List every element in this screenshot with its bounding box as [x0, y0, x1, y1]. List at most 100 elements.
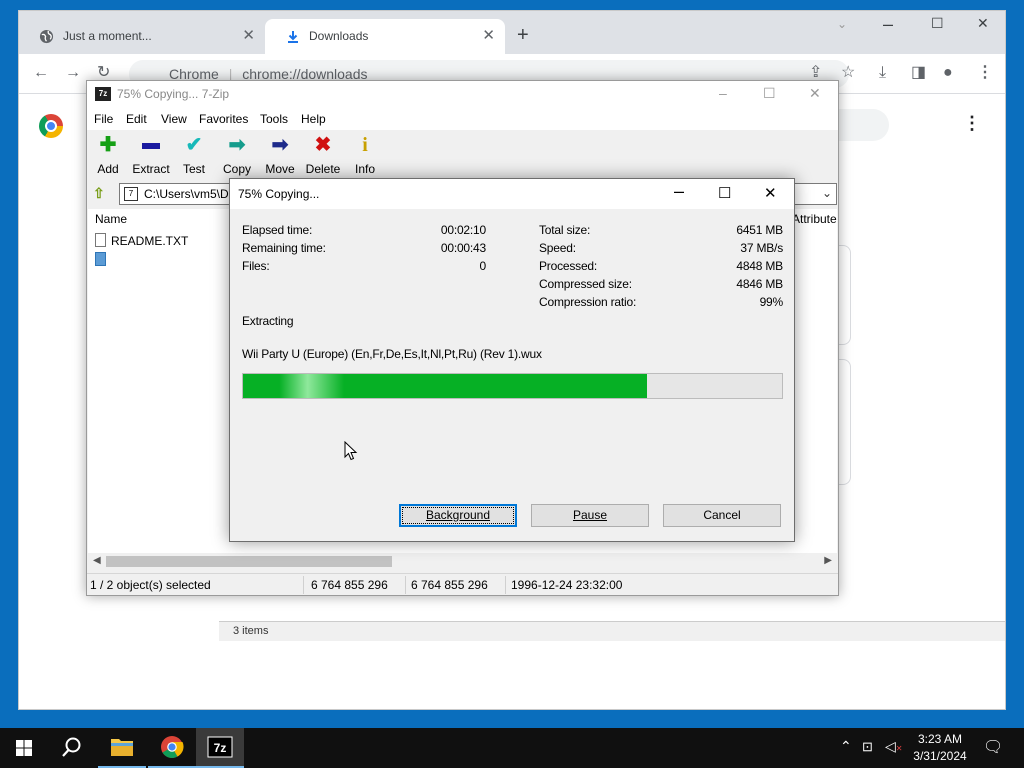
files-value: 0: [479, 259, 487, 273]
move-button[interactable]: ➡ Move: [260, 134, 300, 176]
copy-button[interactable]: ➡ Copy: [217, 134, 257, 176]
speed-value: 37 MB/s: [740, 241, 783, 255]
tab-search-chevron-icon[interactable]: ⌄: [837, 17, 847, 31]
bookmark-star-icon[interactable]: ☆: [841, 64, 855, 82]
progress-fill: [243, 374, 648, 398]
scroll-left-icon[interactable]: ◀: [93, 555, 101, 566]
clock-date: 3/31/2024: [913, 749, 967, 763]
minimize-icon[interactable]: –: [719, 85, 727, 101]
download-icon: [285, 29, 300, 44]
total-size-value: 6451 MB: [736, 223, 783, 237]
status-bar: 1 / 2 object(s) selected 6 764 855 296 6…: [87, 573, 838, 595]
close-window-icon[interactable]: ✕: [977, 15, 989, 32]
elapsed-value: 00:02:10: [440, 223, 486, 237]
info-icon: i: [362, 134, 368, 156]
up-folder-icon[interactable]: ⇧: [93, 185, 105, 202]
compressed-size-label: Compressed size:: [539, 277, 632, 291]
tab-close-icon[interactable]: ✕: [242, 19, 255, 53]
folder-icon: [111, 739, 133, 756]
progress-dialog: 75% Copying... – ☐ ✕ Elapsed time: 00:02…: [229, 178, 795, 542]
mouse-cursor-icon: [344, 441, 358, 461]
clock[interactable]: 3:23 AM 3/31/2024: [900, 731, 980, 765]
download-card: [839, 359, 851, 485]
column-name-header[interactable]: Name: [95, 212, 127, 226]
forward-icon[interactable]: →: [65, 64, 81, 82]
dialog-titlebar: 75% Copying... – ☐ ✕: [230, 179, 794, 209]
chrome-taskbar[interactable]: [148, 728, 196, 768]
maximize-icon[interactable]: ☐: [718, 184, 731, 202]
items-count: 3 items: [233, 625, 269, 637]
background-button[interactable]: Background: [399, 504, 517, 527]
operation-label: Extracting: [242, 314, 294, 328]
add-button[interactable]: ✚ Add: [88, 134, 128, 176]
menu-favorites[interactable]: Favorites: [199, 112, 248, 126]
compressed-size-value: 4846 MB: [736, 277, 783, 291]
search-button[interactable]: [48, 728, 96, 768]
tab-close-icon[interactable]: ✕: [482, 19, 495, 53]
status-modified: 1996-12-24 23:32:00: [511, 578, 623, 592]
downloads-icon[interactable]: ⤓: [879, 64, 886, 82]
close-icon[interactable]: ✕: [764, 184, 777, 202]
side-panel-icon[interactable]: ◨: [911, 64, 926, 82]
7zip-icon: 7z: [207, 736, 233, 758]
menu-tools[interactable]: Tools: [260, 112, 288, 126]
test-button[interactable]: ✔ Test: [174, 134, 214, 176]
new-tab-button[interactable]: +: [517, 24, 529, 46]
show-hidden-icons-icon[interactable]: ⌃: [840, 738, 852, 768]
remaining-label: Remaining time:: [242, 241, 326, 255]
close-icon[interactable]: ✕: [809, 85, 821, 102]
7zip-taskbar[interactable]: 7z: [196, 728, 244, 768]
minus-icon: [131, 134, 171, 156]
progress-bar: [242, 373, 783, 399]
cancel-button[interactable]: Cancel: [663, 504, 781, 527]
remaining-value: 00:00:43: [440, 241, 486, 255]
menu-file[interactable]: File: [94, 112, 113, 126]
extract-button[interactable]: Extract: [131, 134, 171, 176]
text-file-icon: [95, 233, 106, 247]
move-arrow-icon: ➡: [271, 134, 289, 156]
minimize-icon[interactable]: –: [674, 181, 684, 202]
menu-edit[interactable]: Edit: [126, 112, 147, 126]
back-icon[interactable]: ←: [33, 64, 49, 82]
menu-help[interactable]: Help: [301, 112, 326, 126]
network-icon[interactable]: ⊡: [862, 739, 873, 768]
list-item[interactable]: README.TXT: [95, 233, 188, 251]
delete-x-icon: ✖: [314, 134, 332, 156]
clock-time: 3:23 AM: [917, 732, 963, 746]
download-card: [839, 245, 851, 345]
list-item[interactable]: [95, 252, 111, 270]
7zip-titlebar: 7z 75% Copying... 7-Zip – ☐ ✕: [87, 81, 838, 108]
info-button[interactable]: i Info: [345, 134, 385, 176]
chrome-icon: [161, 736, 184, 758]
horizontal-scrollbar[interactable]: ◀ ▶: [88, 553, 837, 570]
compression-ratio-label: Compression ratio:: [539, 295, 637, 309]
svg-text:7z: 7z: [214, 741, 227, 755]
chrome-tabstrip: Just a moment... ✕ Downloads ✕ + ⌄ – ☐ ✕: [19, 11, 1005, 54]
processed-label: Processed:: [539, 259, 598, 273]
menu-view[interactable]: View: [161, 112, 187, 126]
search-icon: [62, 737, 81, 757]
tab-just-a-moment[interactable]: Just a moment... ✕: [19, 19, 265, 54]
chevron-down-icon[interactable]: ⌄: [822, 186, 832, 200]
scroll-right-icon[interactable]: ▶: [824, 555, 832, 566]
minimize-icon[interactable]: –: [883, 14, 893, 35]
column-attributes-header[interactable]: Attribute: [792, 212, 837, 226]
pause-button[interactable]: Pause: [531, 504, 649, 527]
maximize-icon[interactable]: ☐: [931, 15, 944, 32]
scroll-thumb[interactable]: [106, 556, 392, 567]
check-icon: ✔: [185, 134, 203, 156]
maximize-icon[interactable]: ☐: [763, 85, 776, 102]
tab-downloads[interactable]: Downloads ✕: [265, 19, 505, 54]
chrome-logo-icon: [39, 114, 63, 138]
downloads-menu-icon[interactable]: ⋮: [963, 113, 981, 134]
status-selection: 1 / 2 object(s) selected: [90, 578, 211, 592]
start-button[interactable]: [0, 728, 48, 768]
tab-label: Just a moment...: [63, 29, 152, 43]
7zip-app-icon: 7z: [95, 87, 111, 101]
current-filename: Wii Party U (Europe) (En,Fr,De,Es,It,Nl,…: [242, 347, 542, 361]
delete-button[interactable]: ✖ Delete: [303, 134, 343, 176]
menu-kebab-icon[interactable]: ⋮: [977, 64, 993, 82]
notifications-icon[interactable]: 🗨: [983, 737, 1003, 768]
profile-icon[interactable]: ●: [943, 64, 953, 82]
file-explorer-taskbar[interactable]: [98, 728, 146, 768]
